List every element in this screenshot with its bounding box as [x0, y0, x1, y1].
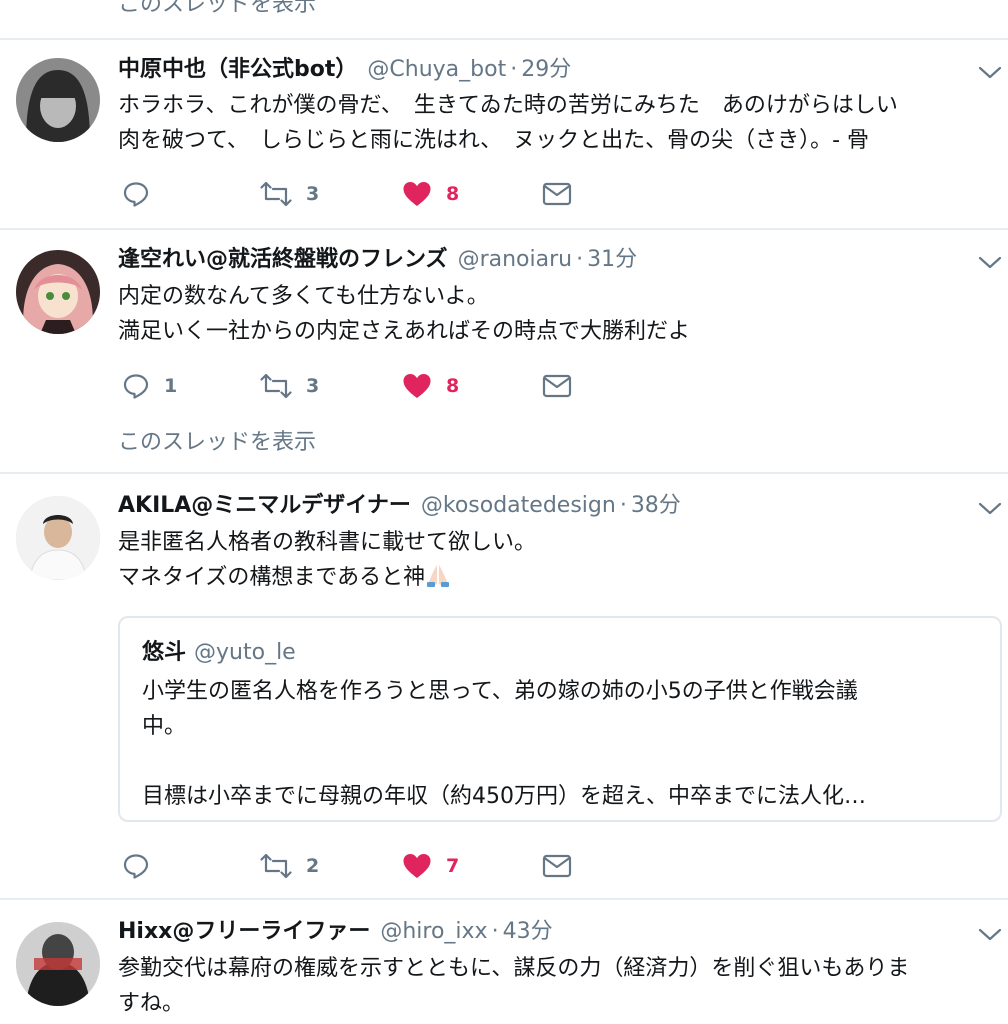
heart-icon [403, 374, 431, 398]
tweet-actions: 1 3 8 [118, 368, 588, 404]
display-name[interactable]: 逢空れい@就活終盤戦のフレンズ [118, 247, 448, 272]
tweet-text-line: マネタイズの構想まであると神 [118, 560, 1002, 595]
quoted-text-line: 目標は小卒までに母親の年収（約450万円）を超え、中卒までに法人化… [142, 784, 866, 809]
direct-message-button[interactable] [542, 368, 572, 404]
tweet-text-line: 参勤交代は幕府の権威を示すとともに、謀反の力（経済力）を削ぐ狙いもありま [118, 956, 910, 981]
avatar[interactable] [16, 250, 100, 334]
like-count: 7 [446, 855, 460, 877]
separator: · [619, 493, 627, 518]
reply-button[interactable]: 1 [122, 368, 177, 404]
timestamp[interactable]: 31分 [587, 247, 637, 272]
retweet-count: 2 [306, 855, 320, 877]
retweet-button[interactable]: 3 [260, 368, 319, 404]
tweet-text-line: 肉を破つて、 しらじらと雨に洗はれ、 ヌックと出た、骨の尖（さき）。- 骨 [118, 128, 870, 153]
tweet-text: 是非匿名人格者の教科書に載せて欲しい。 マネタイズの構想まであると神 [118, 525, 1002, 595]
like-button[interactable]: 7 [402, 848, 459, 884]
like-button[interactable]: 8 [402, 368, 459, 404]
tweet[interactable]: Hixx@フリーライファー @hiro_ixx · 43分 参勤交代は幕府の権威を示す… [0, 900, 1008, 1024]
user-handle[interactable]: @ranoiaru [458, 247, 573, 272]
quoted-display-name: 悠斗 [142, 640, 187, 665]
display-name[interactable]: 中原中也（非公式bot） [118, 57, 357, 82]
tweet-text-line: 満足いく一社からの内定さえあればその時点で大勝利だよ [118, 319, 691, 344]
reply-icon [123, 374, 149, 399]
separator: · [491, 919, 499, 944]
chevron-down-icon[interactable] [976, 924, 1004, 944]
retweet-icon [260, 373, 292, 399]
user-handle[interactable]: @hiro_ixx [380, 919, 487, 944]
envelope-icon [542, 854, 572, 878]
like-count: 8 [446, 183, 460, 205]
quoted-tweet-header: 悠斗 @yuto_le [142, 634, 296, 666]
tweet-text-line: ホラホラ、これが僕の骨だ、 生きてゐた時の苦労にみちた あのけがらはしい [118, 93, 898, 118]
envelope-icon [542, 182, 572, 206]
display-name[interactable]: AKILA@ミニマルデザイナー [118, 493, 411, 518]
tweet[interactable]: 逢空れい@就活終盤戦のフレンズ @ranoiaru · 31分 内定の数なんて多くても… [0, 230, 1008, 472]
tweet-text: 内定の数なんて多くても仕方ないよ。 満足いく一社からの内定さえあればその時点で大… [118, 279, 1002, 349]
quoted-text-line: 小学生の匿名人格を作ろうと思って、弟の嫁の姉の小5の子供と作戦会議 [142, 679, 858, 704]
chevron-down-icon[interactable] [976, 498, 1004, 518]
retweet-icon [260, 853, 292, 879]
chevron-down-icon[interactable] [976, 62, 1004, 82]
avatar[interactable] [16, 922, 100, 1006]
timestamp[interactable]: 43分 [503, 919, 553, 944]
quoted-text-line: 中。 [142, 714, 187, 739]
separator: · [576, 247, 584, 272]
tweet-header: AKILA@ミニマルデザイナー @kosodatedesign · 38分 [118, 490, 681, 522]
tweet-text: ホラホラ、これが僕の骨だ、 生きてゐた時の苦労にみちた あのけがらはしい 肉を破… [118, 88, 1002, 158]
direct-message-button[interactable] [542, 848, 572, 884]
tweet-text-line: 内定の数なんて多くても仕方ないよ。 [118, 284, 489, 309]
tweet-header: 逢空れい@就活終盤戦のフレンズ @ranoiaru · 31分 [118, 244, 637, 276]
display-name[interactable]: Hixx@フリーライファー [118, 919, 370, 944]
user-handle[interactable]: @Chuya_bot [367, 57, 506, 82]
tweet-text-line: 是非匿名人格者の教科書に載せて欲しい。 [118, 530, 537, 555]
direct-message-button[interactable] [542, 176, 572, 212]
quoted-text-line [142, 744, 962, 779]
avatar[interactable] [16, 496, 100, 580]
folded-hands-emoji [427, 565, 450, 587]
tweet-header: 中原中也（非公式bot） @Chuya_bot · 29分 [118, 54, 571, 86]
user-handle[interactable]: @kosodatedesign [421, 493, 616, 518]
heart-icon [403, 182, 431, 206]
reply-button[interactable] [122, 176, 164, 212]
heart-icon [403, 854, 431, 878]
retweet-button[interactable]: 2 [260, 848, 319, 884]
retweet-count: 3 [306, 375, 320, 397]
show-thread-link[interactable]: このスレッドを表示 [118, 0, 316, 18]
show-thread-link[interactable]: このスレッドを表示 [118, 424, 316, 456]
tweet-text: 参勤交代は幕府の権威を示すとともに、謀反の力（経済力）を削ぐ狙いもありま すね。 [118, 951, 1002, 1021]
quoted-user-handle: @yuto_le [194, 640, 296, 665]
tweet-actions: 3 8 [118, 176, 588, 212]
reply-button[interactable] [122, 848, 164, 884]
retweet-button[interactable]: 3 [260, 176, 319, 212]
retweet-icon [260, 181, 292, 207]
chevron-down-icon[interactable] [976, 252, 1004, 272]
tweet-header: Hixx@フリーライファー @hiro_ixx · 43分 [118, 916, 553, 948]
tweet-text-line: すね。 [118, 991, 185, 1016]
quoted-tweet-text: 小学生の匿名人格を作ろうと思って、弟の嫁の姉の小5の子供と作戦会議 中。 目標は… [142, 674, 962, 814]
reply-count: 1 [164, 375, 178, 397]
timestamp[interactable]: 38分 [631, 493, 681, 518]
reply-icon [123, 854, 149, 879]
like-button[interactable]: 8 [402, 176, 459, 212]
envelope-icon [542, 374, 572, 398]
tweet-text-segment: マネタイズの構想まであると神 [118, 565, 426, 590]
tweet-actions: 2 7 [118, 848, 588, 884]
reply-icon [123, 182, 149, 207]
avatar[interactable] [16, 58, 100, 142]
tweet[interactable]: AKILA@ミニマルデザイナー @kosodatedesign · 38分 是非匿名人… [0, 474, 1008, 898]
retweet-count: 3 [306, 183, 320, 205]
like-count: 8 [446, 375, 460, 397]
timestamp[interactable]: 29分 [521, 57, 571, 82]
quoted-tweet[interactable]: 悠斗 @yuto_le 小学生の匿名人格を作ろうと思って、弟の嫁の姉の小5の子供と… [118, 616, 1002, 822]
separator: · [510, 57, 518, 82]
tweet[interactable]: 中原中也（非公式bot） @Chuya_bot · 29分 ホラホラ、これが僕の骨だ、… [0, 40, 1008, 228]
